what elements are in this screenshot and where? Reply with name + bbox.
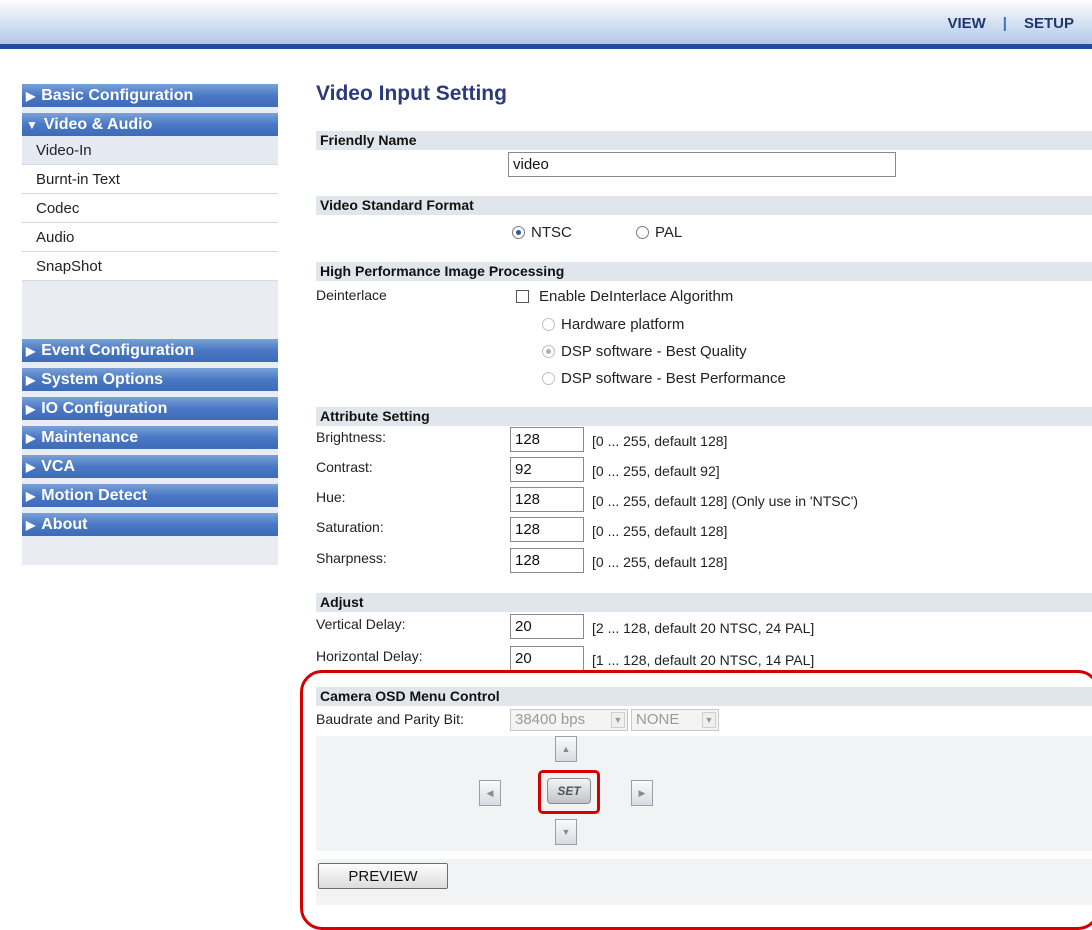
hue-hint: [0 ... 255, default 128] (Only use in 'N… [592, 493, 859, 509]
section-label: IO Configuration [41, 400, 168, 417]
adjust-header: Adjust [316, 593, 1092, 612]
section-label: System Options [41, 371, 164, 388]
radio-disabled-icon [542, 318, 555, 331]
friendly-name-input[interactable] [508, 152, 896, 177]
sidebar-section-io-configuration[interactable]: ▶ IO Configuration [22, 397, 278, 420]
triangle-right-icon: ▶ [26, 489, 36, 503]
friendly-name-group: Friendly Name [316, 131, 1092, 183]
hue-input[interactable] [510, 487, 584, 512]
sidebar-item-snapshot[interactable]: SnapShot [22, 252, 278, 281]
hpip-group: High Performance Image Processing Deinte… [316, 262, 1092, 392]
sidebar-section-event-configuration[interactable]: ▶ Event Configuration [22, 339, 278, 362]
section-label: Basic Configuration [41, 87, 194, 104]
sharpness-hint: [0 ... 255, default 128] [592, 554, 728, 570]
sidebar-item-burnt-in-text[interactable]: Burnt-in Text [22, 165, 278, 194]
attribute-header: Attribute Setting [316, 407, 1092, 426]
radio-dsp-best-performance[interactable]: DSP software - Best Performance [542, 370, 786, 387]
hue-label: Hue: [316, 489, 346, 505]
radio-dsp-performance-label: DSP software - Best Performance [561, 370, 786, 387]
adjust-group: Adjust Vertical Delay: [2 ... 128, defau… [316, 593, 1092, 673]
radio-dsp-best-quality[interactable]: DSP software - Best Quality [542, 343, 747, 360]
triangle-right-icon: ▶ [26, 518, 36, 532]
triangle-right-icon: ▶ [26, 373, 36, 387]
contrast-input[interactable] [510, 457, 584, 482]
video-standard-group: Video Standard Format NTSC PAL [316, 196, 1092, 248]
brightness-input[interactable] [510, 427, 584, 452]
saturation-hint: [0 ... 255, default 128] [592, 523, 728, 539]
section-label: Motion Detect [41, 487, 148, 504]
radio-hardware-label: Hardware platform [561, 316, 685, 333]
hpip-header: High Performance Image Processing [316, 262, 1092, 281]
vertical-delay-hint: [2 ... 128, default 20 NTSC, 24 PAL] [592, 620, 815, 636]
horizontal-delay-hint: [1 ... 128, default 20 NTSC, 14 PAL] [592, 652, 815, 668]
friendly-name-header: Friendly Name [316, 131, 1092, 150]
brightness-hint: [0 ... 255, default 128] [592, 433, 728, 449]
section-label: Event Configuration [41, 342, 195, 359]
radio-pal-label: PAL [655, 224, 683, 241]
triangle-right-icon: ▶ [26, 89, 36, 103]
sidebar-section-about[interactable]: ▶ About [22, 513, 278, 536]
enable-deinterlace-checkbox[interactable]: Enable DeInterlace Algorithm [516, 288, 733, 305]
sharpness-input[interactable] [510, 548, 584, 573]
page-title: Video Input Setting [316, 82, 507, 105]
video-standard-header: Video Standard Format [316, 196, 1092, 215]
osd-highlight-ring [300, 670, 1092, 930]
horizontal-delay-label: Horizontal Delay: [316, 648, 423, 664]
brightness-label: Brightness: [316, 429, 387, 445]
sidebar-section-vca[interactable]: ▶ VCA [22, 455, 278, 478]
contrast-hint: [0 ... 255, default 92] [592, 463, 720, 479]
section-label: Video & Audio [43, 116, 153, 133]
sidebar-section-maintenance[interactable]: ▶ Maintenance [22, 426, 278, 449]
sharpness-label: Sharpness: [316, 550, 387, 566]
triangle-right-icon: ▶ [26, 460, 36, 474]
triangle-right-icon: ▶ [26, 344, 36, 358]
sidebar-section-basic-configuration[interactable]: ▶ Basic Configuration [22, 84, 278, 107]
checkbox-icon [516, 290, 529, 303]
triangle-right-icon: ▶ [26, 402, 36, 416]
saturation-input[interactable] [510, 517, 584, 542]
sidebar-item-video-in[interactable]: Video-In [22, 136, 278, 165]
sidebar-item-codec[interactable]: Codec [22, 194, 278, 223]
deinterlace-label: Deinterlace [316, 287, 387, 303]
sidebar-section-video-audio[interactable]: ▼ Video & Audio [22, 113, 278, 136]
radio-pal[interactable]: PAL [636, 224, 682, 241]
radio-ntsc[interactable]: NTSC [512, 224, 572, 241]
radio-unchecked-icon [636, 226, 649, 239]
radio-dsp-quality-label: DSP software - Best Quality [561, 343, 747, 360]
sidebar-subitems: Video-In Burnt-in Text Codec Audio SnapS… [22, 136, 278, 281]
enable-deinterlace-label: Enable DeInterlace Algorithm [539, 288, 734, 305]
vertical-delay-input[interactable] [510, 614, 584, 639]
radio-disabled-icon [542, 372, 555, 385]
triangle-down-icon: ▼ [26, 118, 38, 132]
contrast-label: Contrast: [316, 459, 373, 475]
sidebar-item-audio[interactable]: Audio [22, 223, 278, 252]
triangle-right-icon: ▶ [26, 431, 36, 445]
section-label: Maintenance [41, 429, 139, 446]
sidebar: ▶ Basic Configuration ▼ Video & Audio Vide… [22, 84, 278, 565]
section-label: VCA [41, 458, 76, 475]
radio-checked-icon [512, 226, 525, 239]
radio-ntsc-label: NTSC [531, 224, 572, 241]
radio-disabled-checked-icon [542, 345, 555, 358]
vertical-delay-label: Vertical Delay: [316, 616, 406, 632]
horizontal-delay-input[interactable] [510, 646, 584, 671]
saturation-label: Saturation: [316, 519, 384, 535]
section-label: About [41, 516, 88, 533]
radio-hardware-platform[interactable]: Hardware platform [542, 316, 684, 333]
sidebar-section-motion-detect[interactable]: ▶ Motion Detect [22, 484, 278, 507]
attribute-group: Attribute Setting Brightness: [0 ... 255… [316, 407, 1092, 580]
sidebar-section-system-options[interactable]: ▶ System Options [22, 368, 278, 391]
main-content: Video Input Setting Friendly Name Video … [300, 0, 1092, 930]
